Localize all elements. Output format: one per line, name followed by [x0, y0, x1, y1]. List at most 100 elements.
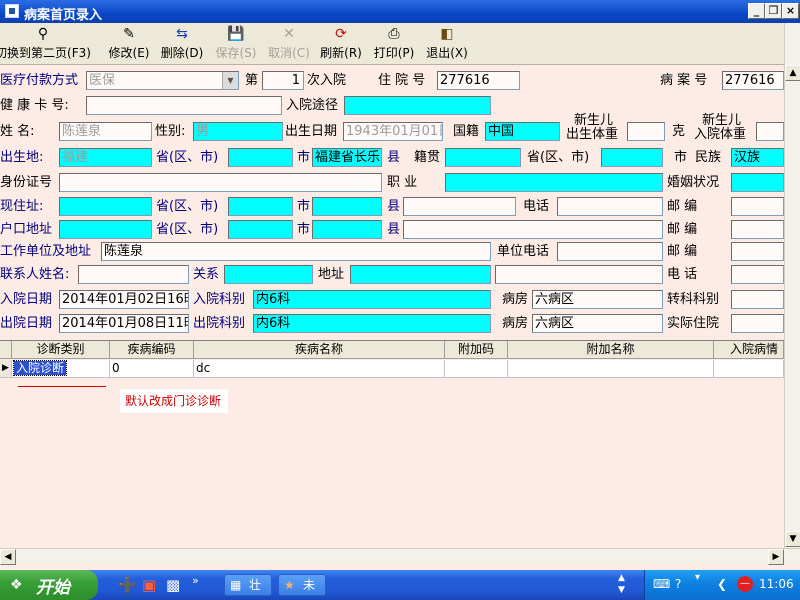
- quicklaunch-expand-icon[interactable]: »: [192, 574, 199, 587]
- admission-ward-input[interactable]: 六病区: [532, 290, 663, 309]
- table-row-cell-condition[interactable]: [714, 360, 784, 378]
- scroll-left-icon[interactable]: ◀: [0, 549, 16, 565]
- admission-date-input[interactable]: 2014年01月02日16时: [59, 290, 189, 309]
- save-disk-icon: 💾: [227, 26, 245, 42]
- record-no-input[interactable]: 277616: [722, 71, 784, 90]
- discharge-dept-input[interactable]: 内6科: [253, 314, 491, 333]
- actual-days-input[interactable]: [731, 314, 784, 333]
- newborn-adm-weight-input[interactable]: [756, 122, 784, 141]
- household-postal-input[interactable]: [731, 220, 784, 239]
- app-icon[interactable]: [5, 4, 19, 18]
- name-input[interactable]: 陈莲泉: [59, 122, 152, 141]
- household-province-input[interactable]: [59, 220, 152, 239]
- exit-button[interactable]: ◧ 退出(X): [424, 26, 470, 62]
- birthplace-city-input[interactable]: [228, 148, 293, 167]
- table-row-cell-name[interactable]: dc: [194, 360, 445, 378]
- work-unit-input[interactable]: 陈莲泉: [101, 242, 491, 261]
- taskbar-item-2[interactable]: ★ 未: [278, 574, 326, 596]
- column-header[interactable]: 疾病名称: [194, 341, 445, 359]
- inpatient-no-label: 住 院 号: [378, 73, 426, 88]
- current-address-county-input[interactable]: [312, 197, 382, 216]
- restore-button[interactable]: ❐: [765, 3, 782, 19]
- quicklaunch-app-icon[interactable]: ▣: [142, 576, 156, 594]
- current-address-city-input[interactable]: [228, 197, 293, 216]
- native-city-input[interactable]: [601, 148, 663, 167]
- title-bar: 病案首页录入 _ ❐ ×: [0, 0, 800, 23]
- work-postal-label: 邮 编: [667, 244, 698, 259]
- admission-dept-input[interactable]: 内6科: [253, 290, 491, 309]
- quicklaunch-desktop-icon[interactable]: ▩: [166, 576, 180, 594]
- newborn-birth-weight-input[interactable]: [627, 122, 665, 141]
- work-phone-input[interactable]: [557, 242, 663, 261]
- relation-input[interactable]: [224, 265, 313, 284]
- no-entry-icon[interactable]: —: [737, 576, 753, 592]
- print-button[interactable]: ⎙ 打印(P): [371, 26, 417, 62]
- contact-address-detail-input[interactable]: [495, 265, 663, 284]
- column-header[interactable]: 附加名称: [508, 341, 714, 359]
- current-address-detail-input[interactable]: [403, 197, 516, 216]
- help-icon[interactable]: ?: [675, 577, 681, 591]
- save-button[interactable]: 💾 保存(S): [213, 26, 259, 62]
- keyboard-icon[interactable]: ⌨: [653, 577, 670, 591]
- current-postal-input[interactable]: [731, 197, 784, 216]
- birthplace-province-input[interactable]: 福建: [59, 148, 152, 167]
- household-province-label: 省(区、市): [156, 222, 219, 237]
- column-header[interactable]: 附加码: [445, 341, 508, 359]
- birthplace-county-input[interactable]: 福建省长乐: [312, 148, 382, 167]
- admission-count-input[interactable]: 1: [262, 71, 304, 90]
- quicklaunch-add-icon[interactable]: ➕: [118, 576, 137, 594]
- id-number-input[interactable]: [59, 173, 382, 192]
- delete-button[interactable]: ⇆ 删除(D): [159, 26, 205, 62]
- phone-input[interactable]: [557, 197, 663, 216]
- ethnic-input[interactable]: 汉族: [731, 148, 784, 167]
- minimize-button[interactable]: _: [748, 3, 765, 19]
- contact-address-input[interactable]: [350, 265, 491, 284]
- current-address-province-input[interactable]: [59, 197, 152, 216]
- scroll-down-icon[interactable]: ▼: [785, 531, 800, 547]
- household-county-input[interactable]: [312, 220, 382, 239]
- tray-menu-icon[interactable]: ▾: [695, 572, 700, 583]
- payment-select[interactable]: 医保 ▼: [86, 71, 239, 90]
- table-row-cell-extra-code[interactable]: [445, 360, 508, 378]
- admission-route-input[interactable]: [344, 96, 491, 115]
- nationality-input[interactable]: 中国: [485, 122, 560, 141]
- household-address-label: 户口地址: [0, 222, 53, 237]
- marital-status-input[interactable]: [731, 173, 784, 192]
- transfer-dept-input[interactable]: [731, 290, 784, 309]
- switch-page-button[interactable]: ⚲ 切换到第二页(F3): [0, 26, 92, 62]
- health-card-input[interactable]: [86, 96, 282, 115]
- vertical-scrollbar[interactable]: ▲ ▼: [784, 23, 800, 563]
- cancel-button[interactable]: ✕ 取消(C): [266, 26, 312, 62]
- column-header[interactable]: 诊断类别: [12, 341, 110, 359]
- discharge-ward-input[interactable]: 六病区: [532, 314, 663, 333]
- refresh-button[interactable]: ⟳ 刷新(R): [318, 26, 364, 62]
- sex-input[interactable]: 男: [193, 122, 283, 141]
- close-button[interactable]: ×: [782, 3, 799, 19]
- occupation-input[interactable]: [445, 173, 663, 192]
- chevron-down-icon[interactable]: ▼: [222, 72, 238, 89]
- start-button[interactable]: ❖ 开始: [0, 570, 98, 600]
- contact-phone-input[interactable]: [731, 265, 784, 284]
- contact-name-input[interactable]: [78, 265, 189, 284]
- column-header[interactable]: 疾病编码: [110, 341, 194, 359]
- scroll-up-icon[interactable]: ▲: [785, 65, 800, 81]
- table-row-cell-code[interactable]: 0: [110, 360, 194, 378]
- edit-button[interactable]: ✎ 修改(E): [106, 26, 152, 62]
- inpatient-no-input[interactable]: 277616: [437, 71, 520, 90]
- table-row-cell-extra-name[interactable]: [508, 360, 714, 378]
- edit-document-icon: ✎: [123, 26, 135, 42]
- taskbar-scroll-icon[interactable]: ▲ ▼: [618, 572, 625, 596]
- column-header[interactable]: 入院病情: [714, 341, 784, 359]
- birth-date-input[interactable]: 1943年01月01日: [343, 122, 443, 141]
- taskbar-item-1[interactable]: ▦ 壮: [224, 574, 272, 596]
- household-city-input[interactable]: [228, 220, 293, 239]
- horizontal-scrollbar[interactable]: ◀ ▶: [0, 548, 800, 565]
- work-postal-input[interactable]: [731, 242, 784, 261]
- scroll-right-icon[interactable]: ▶: [768, 549, 784, 565]
- back-arrow-icon[interactable]: ❮: [717, 577, 727, 591]
- household-detail-input[interactable]: [403, 220, 663, 239]
- native-place-input[interactable]: [445, 148, 521, 167]
- id-number-label: 身份证号: [0, 175, 53, 190]
- discharge-date-input[interactable]: 2014年01月08日11时: [59, 314, 189, 333]
- table-row-cell-type[interactable]: 入院诊断: [12, 360, 110, 378]
